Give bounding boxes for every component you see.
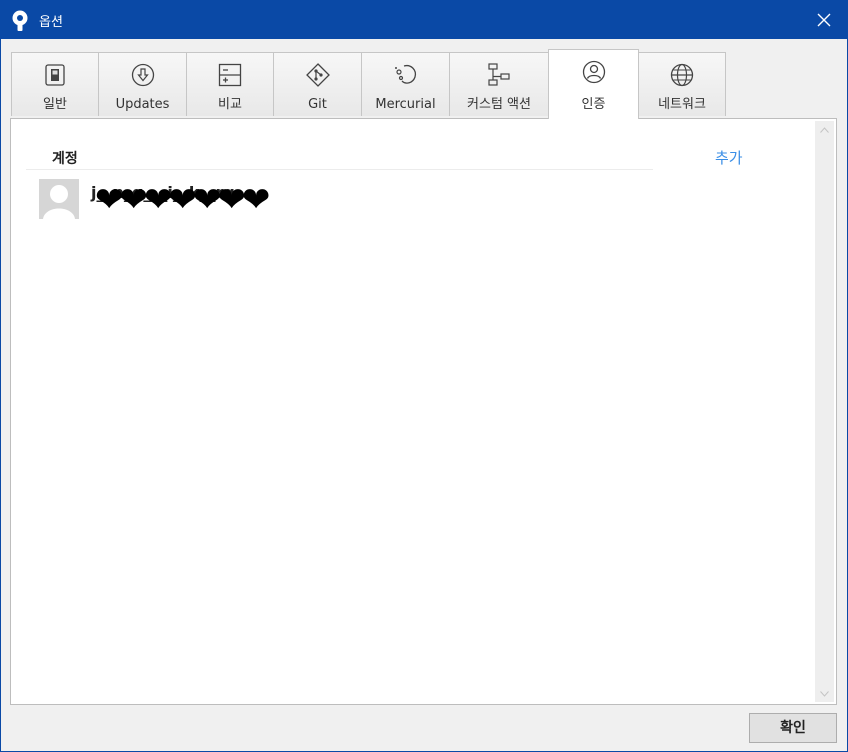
tab-label: Git <box>308 97 327 112</box>
tab-label: 일반 <box>43 97 67 112</box>
tab-general[interactable]: 일반 <box>11 52 99 116</box>
diff-icon <box>217 62 243 88</box>
options-window: 옵션 일반 Updates 비교 Git Mercurial 커스텀 액션 인증… <box>0 0 848 752</box>
account-list-item[interactable]: j__n_g___i__k__rg ❤❤❤❤❤❤❤ <box>37 179 657 223</box>
vertical-scrollbar[interactable] <box>815 121 834 702</box>
tab-label: 비교 <box>218 97 242 112</box>
accounts-heading: 계정 <box>52 151 78 167</box>
tab-network[interactable]: 네트워크 <box>638 52 726 116</box>
tab-diff[interactable]: 비교 <box>186 52 274 116</box>
window-title: 옵션 <box>39 15 63 30</box>
default-avatar-icon <box>39 179 79 219</box>
title-bar: 옵션 <box>1 1 847 39</box>
close-button[interactable] <box>801 1 847 39</box>
tab-custom-actions[interactable]: 커스텀 액션 <box>449 52 549 116</box>
tab-label: 네트워크 <box>658 97 706 112</box>
close-icon <box>817 13 831 27</box>
tab-label: Updates <box>115 97 170 112</box>
authentication-panel: 계정 추가 j__n_g___i__k__rg ❤❤❤❤❤❤❤ <box>10 118 837 705</box>
scroll-up-button[interactable] <box>815 121 834 138</box>
redaction-hearts: ❤❤❤❤❤❤❤ <box>95 180 270 220</box>
tab-git[interactable]: Git <box>273 52 362 116</box>
custom-action-icon <box>486 62 512 88</box>
download-icon <box>130 62 156 88</box>
mercurial-icon <box>393 62 419 88</box>
tab-label: Mercurial <box>375 97 436 112</box>
app-logo-icon <box>12 10 28 31</box>
tab-label: 커스텀 액션 <box>467 97 531 112</box>
tab-updates[interactable]: Updates <box>98 52 187 116</box>
chevron-up-icon <box>820 126 829 133</box>
ok-button[interactable]: 확인 <box>749 713 837 743</box>
scroll-down-button[interactable] <box>815 685 834 702</box>
switch-icon <box>42 62 68 88</box>
user-icon <box>581 59 607 85</box>
tab-label: 인증 <box>581 97 606 112</box>
tab-mercurial[interactable]: Mercurial <box>361 52 450 116</box>
globe-icon <box>669 62 695 88</box>
tab-authentication[interactable]: 인증 <box>548 49 639 119</box>
git-icon <box>305 62 331 88</box>
chevron-down-icon <box>820 690 829 697</box>
add-account-link[interactable]: 추가 <box>715 147 743 168</box>
avatar <box>39 179 79 219</box>
section-divider <box>26 169 653 170</box>
